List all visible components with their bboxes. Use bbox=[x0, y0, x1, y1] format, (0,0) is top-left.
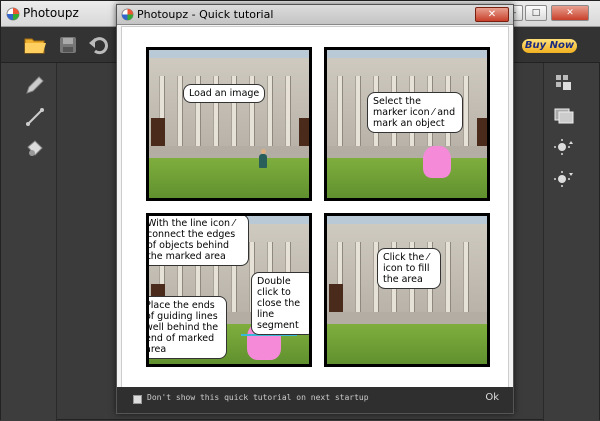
images-icon[interactable] bbox=[552, 103, 576, 127]
fill-bucket-icon[interactable] bbox=[23, 137, 47, 161]
building-image bbox=[149, 58, 309, 148]
undo-icon[interactable] bbox=[87, 33, 111, 57]
ok-button[interactable]: Ok bbox=[485, 392, 499, 403]
sky bbox=[327, 216, 487, 224]
caption-fill: Click the ⁄ icon to fill the area bbox=[377, 248, 441, 289]
tutorial-content: Load an image Select the marker icon ⁄ a… bbox=[121, 26, 509, 388]
grass bbox=[149, 158, 309, 198]
caption-guiding-lines: Place the ends of guiding lines well beh… bbox=[149, 296, 227, 359]
grass bbox=[327, 158, 487, 198]
dialog-title: Photoupz - Quick tutorial bbox=[137, 8, 274, 21]
dots-icon[interactable] bbox=[552, 71, 576, 95]
brightness-up-icon[interactable] bbox=[552, 135, 576, 159]
tutorial-panel-marker: Select the marker icon ⁄ and mark an obj… bbox=[324, 47, 490, 201]
close-button[interactable]: ✕ bbox=[551, 5, 589, 21]
grass bbox=[327, 324, 487, 364]
dialog-footer: Don't show this quick tutorial on next s… bbox=[117, 387, 513, 413]
sky bbox=[327, 50, 487, 58]
line-icon[interactable] bbox=[23, 105, 47, 129]
pencil-icon[interactable] bbox=[23, 73, 47, 97]
dont-show-checkbox[interactable] bbox=[133, 395, 142, 404]
person-figure bbox=[259, 154, 267, 168]
tutorial-dialog: Photoupz - Quick tutorial ✕ Load an imag… bbox=[116, 4, 514, 414]
marked-area bbox=[423, 146, 451, 178]
tutorial-panel-load: Load an image bbox=[146, 47, 312, 201]
caption-double-click: Double click to close the line segment bbox=[251, 272, 309, 335]
caption-load-image: Load an image bbox=[183, 84, 266, 103]
open-folder-icon[interactable] bbox=[23, 33, 47, 57]
dont-show-label: Don't show this quick tutorial on next s… bbox=[147, 393, 369, 402]
left-toolbar bbox=[1, 63, 57, 421]
buy-now-button[interactable]: Buy Now bbox=[522, 39, 577, 53]
save-icon[interactable] bbox=[56, 33, 80, 57]
app-title: Photoupz bbox=[23, 6, 79, 20]
tutorial-panel-fill: Click the ⁄ icon to fill the area bbox=[324, 213, 490, 367]
caption-line-icon: With the line icon ⁄ connect the edges o… bbox=[149, 216, 249, 266]
dialog-close-button[interactable]: ✕ bbox=[475, 7, 509, 22]
brightness-down-icon[interactable] bbox=[552, 167, 576, 191]
dialog-logo-icon bbox=[121, 8, 134, 21]
tutorial-panel-line: With the line icon ⁄ connect the edges o… bbox=[146, 213, 312, 367]
person-head bbox=[261, 149, 266, 154]
right-toolbar bbox=[543, 63, 599, 421]
dialog-titlebar: Photoupz - Quick tutorial ✕ bbox=[117, 5, 513, 25]
sky bbox=[149, 50, 309, 58]
caption-marker: Select the marker icon ⁄ and mark an obj… bbox=[367, 92, 463, 133]
maximize-button[interactable]: □ bbox=[525, 5, 547, 21]
app-logo-icon bbox=[6, 7, 20, 21]
